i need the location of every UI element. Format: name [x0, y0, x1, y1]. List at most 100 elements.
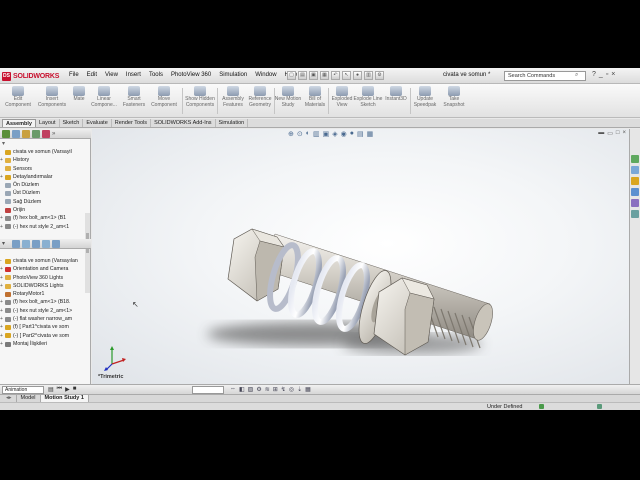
damper-icon[interactable]: ⊞: [273, 386, 278, 393]
move-component-button[interactable]: Move Component: [148, 86, 180, 116]
tree-tool-icon[interactable]: [22, 240, 30, 248]
gravity-icon[interactable]: ⇣: [297, 386, 302, 393]
menu-edit[interactable]: Edit: [83, 72, 101, 78]
spring-icon[interactable]: ≋: [265, 386, 270, 393]
contact-icon[interactable]: ◎: [289, 386, 294, 393]
menu-view[interactable]: View: [101, 72, 122, 78]
autokey-icon[interactable]: ◧: [239, 386, 245, 393]
tree-item[interactable]: Sağ Düzlem: [0, 198, 91, 206]
custom-properties-icon[interactable]: [631, 210, 639, 218]
tree-item[interactable]: + Detaylandırmalar: [0, 173, 91, 181]
tree-item[interactable]: + History: [0, 156, 91, 164]
dimxpert-tab-icon[interactable]: [32, 130, 40, 138]
view-palette-icon[interactable]: [631, 188, 639, 196]
menu-window[interactable]: Window: [251, 72, 280, 78]
add-key-icon[interactable]: ▨: [248, 386, 254, 393]
instant3d-button[interactable]: Instant3D: [380, 86, 412, 116]
smart-fasteners-button[interactable]: Smart Fasteners: [118, 86, 150, 116]
search-icon[interactable]: ⌕: [575, 72, 578, 79]
tree-item[interactable]: RotaryMotor1: [0, 290, 91, 298]
tab-scroll-icon[interactable]: ◂▸: [2, 395, 17, 402]
tree-tool-icon[interactable]: [52, 240, 60, 248]
restore-icon[interactable]: ▫: [606, 71, 608, 78]
show-hidden-button[interactable]: Show Hidden Components: [184, 86, 216, 116]
property-manager-tab-icon[interactable]: [12, 130, 20, 138]
tab-render-tools[interactable]: Render Tools: [112, 119, 152, 127]
open-icon[interactable]: ▤: [298, 71, 307, 80]
menu-simulation[interactable]: Simulation: [215, 72, 251, 78]
menu-photoview[interactable]: PhotoView 360: [167, 72, 215, 78]
tree-item[interactable]: - civata ve somun (Varsayılan: [0, 257, 91, 265]
bolt-nut-spring-model[interactable]: [92, 129, 629, 384]
playback-speed-field[interactable]: [192, 386, 224, 394]
update-speedpak-button[interactable]: Update Speedpak: [409, 86, 441, 116]
edit-component-button[interactable]: Edit Component: [2, 86, 34, 116]
menu-file[interactable]: File: [65, 72, 83, 78]
tree-item[interactable]: + (-) hex nut style 2_am<1>: [0, 307, 91, 315]
options-icon[interactable]: ⚙: [375, 71, 384, 80]
tree-item[interactable]: + (f) hex bolt_am<1> (B18.: [0, 298, 91, 306]
appearances-icon[interactable]: [631, 199, 639, 207]
tree-item[interactable]: Ön Düzlem: [0, 181, 91, 189]
tree-tool-icon[interactable]: [32, 240, 40, 248]
calculate-icon[interactable]: ▤: [48, 386, 54, 393]
tree-item[interactable]: + (f) hex bolt_am<1> (B1: [0, 214, 91, 222]
solidworks-logo[interactable]: DS SOLIDWORKS: [2, 71, 59, 81]
undo-icon[interactable]: ↶: [331, 71, 340, 80]
configuration-manager-tab-icon[interactable]: [22, 130, 30, 138]
tree-item[interactable]: + PhotoView 360 Lights: [0, 274, 91, 282]
minimize-icon[interactable]: _: [599, 71, 603, 78]
tab-assembly[interactable]: Assembly: [2, 119, 36, 127]
play-icon[interactable]: ▶: [65, 386, 70, 393]
save-animation-icon[interactable]: ⇔: [230, 386, 236, 393]
display-manager-tab-icon[interactable]: [42, 130, 50, 138]
study-type-select[interactable]: Animation: [2, 386, 44, 394]
help-icon[interactable]: ?: [592, 71, 596, 78]
file-properties-icon[interactable]: ▥: [364, 71, 373, 80]
tab-addins[interactable]: SOLIDWORKS Add-Ins: [151, 119, 216, 127]
new-doc-icon[interactable]: ▢: [287, 71, 296, 80]
tree-item[interactable]: + Orientation and Camera: [0, 265, 91, 273]
tree-item[interactable]: + Montaj İlişkileri: [0, 340, 91, 348]
motor-icon[interactable]: ⚙: [256, 386, 261, 393]
force-icon[interactable]: ↯: [281, 386, 286, 393]
tab-simulation[interactable]: Simulation: [216, 119, 249, 127]
rebuild-icon[interactable]: ●: [353, 71, 362, 80]
tree-item[interactable]: Sensors: [0, 165, 91, 173]
rebuild-status-icon[interactable]: [539, 404, 544, 409]
menu-tools[interactable]: Tools: [145, 72, 167, 78]
tree-item[interactable]: Orijin: [0, 206, 91, 214]
tab-layout[interactable]: Layout: [36, 119, 60, 127]
tree-item[interactable]: + (f) [ Part1^civata ve som: [0, 323, 91, 331]
tab-motion-study-1[interactable]: Motion Study 1: [40, 395, 89, 402]
print-icon[interactable]: ▦: [320, 71, 329, 80]
take-snapshot-button[interactable]: Take Snapshot: [438, 86, 470, 116]
linear-pattern-button[interactable]: Linear Compone...: [88, 86, 120, 116]
units-icon[interactable]: [597, 404, 602, 409]
feature-manager-tab-icon[interactable]: [2, 130, 10, 138]
tab-evaluate[interactable]: Evaluate: [83, 119, 112, 127]
chevron-right-icon[interactable]: »: [52, 130, 60, 138]
tree-item[interactable]: + (-) [ Part2^civata ve som: [0, 332, 91, 340]
tree-item[interactable]: + (-) hex nut style 2_am<1: [0, 223, 91, 231]
results-icon[interactable]: ▦: [305, 386, 311, 393]
tree-item[interactable]: + (-) flat washer narrow_am: [0, 315, 91, 323]
design-library-icon[interactable]: [631, 166, 639, 174]
select-icon[interactable]: ↖: [342, 71, 351, 80]
tree-item[interactable]: civata ve somun (Varsayil: [0, 148, 91, 156]
file-explorer-icon[interactable]: [631, 177, 639, 185]
tab-model[interactable]: Model: [17, 395, 41, 402]
tree-tool-icon[interactable]: [42, 240, 50, 248]
close-icon[interactable]: ×: [611, 71, 615, 78]
tree-item[interactable]: + SOLIDWORKS Lights: [0, 282, 91, 290]
tree-tool-icon[interactable]: [12, 240, 20, 248]
graphics-area[interactable]: ⊕ ⊙ ◐ ▥ ▣ ◈ ◉ ● ▤ ▦ ▬ ▭ □ × *Trimetric ↖: [92, 129, 629, 384]
solidworks-resources-icon[interactable]: [631, 155, 639, 163]
filter-icon[interactable]: ▾: [2, 240, 10, 248]
stop-icon[interactable]: ■: [73, 386, 77, 393]
menu-insert[interactable]: Insert: [122, 72, 145, 78]
play-from-start-icon[interactable]: ⏮: [57, 386, 62, 393]
filter-icon[interactable]: ▾: [2, 140, 5, 147]
save-icon[interactable]: ▣: [309, 71, 318, 80]
search-commands-input[interactable]: Search Commands: [504, 71, 586, 81]
